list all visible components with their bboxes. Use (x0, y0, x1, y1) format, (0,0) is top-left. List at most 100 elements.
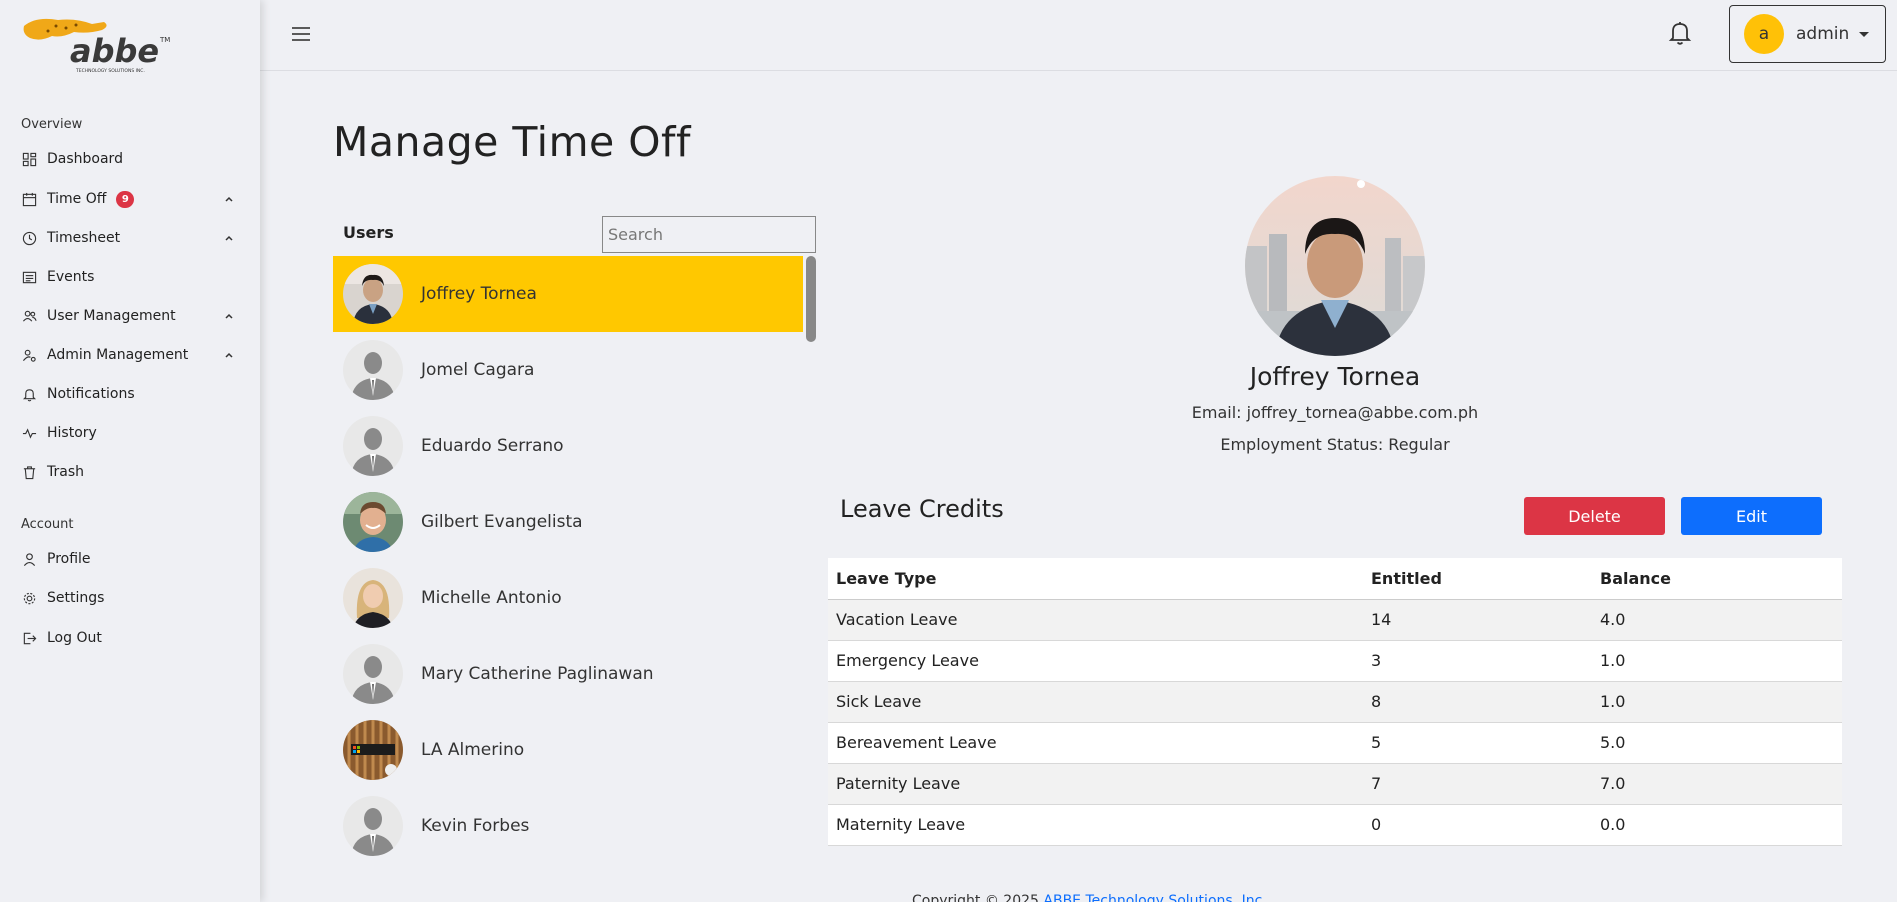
user-row-eduardo-serrano[interactable]: Eduardo Serrano (333, 408, 803, 484)
user-list-scrollbar[interactable] (806, 256, 816, 342)
overview-section-label: Overview (21, 117, 83, 132)
user-avatar-photo (343, 720, 403, 780)
profile-photo (1245, 176, 1425, 356)
clock-icon (21, 230, 37, 246)
logout-icon (21, 630, 37, 646)
balance-cell: 0.0 (1592, 804, 1842, 846)
edit-button[interactable]: Edit (1681, 497, 1822, 535)
column-header-entitled: Entitled (1363, 558, 1592, 600)
table-row: Bereavement Leave 5 5.0 (828, 722, 1842, 764)
page-title: Manage Time Off (333, 118, 691, 166)
sidebar-item-label: Log Out (47, 630, 102, 646)
svg-text:TM: TM (159, 36, 170, 44)
profile-name: Joffrey Tornea (1249, 362, 1421, 391)
table-row: Sick Leave 8 1.0 (828, 681, 1842, 723)
copyright-text: Copyright © 2025 (912, 893, 1044, 902)
sidebar-item-label: User Management (47, 308, 176, 324)
user-name: Joffrey Tornea (421, 284, 537, 304)
chevron-up-icon[interactable] (223, 310, 235, 322)
sidebar-item-label: Notifications (47, 386, 135, 402)
sidebar-item-user-management[interactable]: User Management (21, 302, 243, 330)
top-bar: a admin (260, 0, 1897, 71)
sidebar-item-timesheet[interactable]: Timesheet (21, 224, 243, 252)
user-row-la-almerino[interactable]: LA Almerino (333, 712, 803, 788)
balance-cell: 7.0 (1592, 763, 1842, 805)
calendar-icon (21, 191, 37, 207)
admin-icon (21, 347, 37, 363)
user-name: Mary Catherine Paglinawan (421, 664, 654, 684)
employment-status: Employment Status: Regular (1220, 435, 1450, 454)
user-placeholder-avatar (343, 416, 403, 476)
entitled-cell: 0 (1363, 804, 1592, 846)
user-row-gilbert-evangelista[interactable]: Gilbert Evangelista (333, 484, 803, 560)
entitled-cell: 3 (1363, 640, 1592, 682)
delete-button[interactable]: Delete (1524, 497, 1665, 535)
notification-badge: 9 (116, 190, 135, 208)
sidebar-item-label: Trash (47, 464, 84, 480)
sidebar-item-history[interactable]: History (21, 419, 243, 447)
chevron-up-icon[interactable] (223, 232, 235, 244)
caret-down-icon (1859, 31, 1870, 37)
user-icon (21, 551, 37, 567)
dashboard-icon (21, 151, 37, 167)
leave-type-cell: Maternity Leave (828, 804, 1363, 846)
user-row-joffrey-tornea[interactable]: Joffrey Tornea (333, 256, 803, 332)
sidebar-item-time-off[interactable]: Time Off 9 (21, 185, 243, 213)
events-icon (21, 269, 37, 285)
brand-logo[interactable]: abbe TM TECHNOLOGY SOLUTIONS INC. (18, 12, 178, 76)
leave-type-cell: Bereavement Leave (828, 722, 1363, 764)
user-name: admin (1796, 24, 1850, 44)
leave-credits-table: Leave Type Entitled Balance Vacation Lea… (828, 558, 1842, 846)
sidebar-item-trash[interactable]: Trash (21, 458, 243, 486)
table-header-row: Leave Type Entitled Balance (828, 558, 1842, 600)
sidebar-item-events[interactable]: Events (21, 263, 243, 291)
user-list: Joffrey Tornea Jomel Cagara Eduardo Serr… (333, 256, 816, 856)
leave-type-cell: Sick Leave (828, 681, 1363, 723)
notifications-bell-icon[interactable] (1668, 20, 1692, 46)
user-menu-dropdown[interactable]: a admin (1729, 5, 1886, 63)
hamburger-menu-icon[interactable] (290, 23, 312, 45)
leave-type-cell: Vacation Leave (828, 599, 1363, 641)
balance-cell: 1.0 (1592, 681, 1842, 723)
leave-credits-heading: Leave Credits (840, 495, 1004, 523)
bell-icon (21, 386, 37, 402)
user-avatar-photo (343, 492, 403, 552)
sidebar-item-notifications[interactable]: Notifications (21, 380, 243, 408)
user-row-mary-catherine-paglinawan[interactable]: Mary Catherine Paglinawan (333, 636, 803, 712)
user-name: LA Almerino (421, 740, 525, 760)
sidebar-item-label: Time Off (47, 191, 107, 207)
company-link[interactable]: ABBE Technology Solutions, Inc. (1043, 893, 1266, 902)
svg-text:TECHNOLOGY SOLUTIONS INC.: TECHNOLOGY SOLUTIONS INC. (75, 68, 145, 74)
balance-cell: 1.0 (1592, 640, 1842, 682)
chevron-up-icon[interactable] (223, 193, 235, 205)
users-icon (21, 308, 37, 324)
user-name: Eduardo Serrano (421, 436, 564, 456)
user-name: Jomel Cagara (421, 360, 535, 380)
balance-cell: 5.0 (1592, 722, 1842, 764)
sidebar-item-admin-management[interactable]: Admin Management (21, 341, 243, 369)
search-input[interactable] (602, 216, 816, 253)
table-row: Vacation Leave 14 4.0 (828, 599, 1842, 641)
sidebar-item-dashboard[interactable]: Dashboard (21, 145, 243, 173)
user-row-kevin-forbes[interactable]: Kevin Forbes (333, 788, 803, 856)
sidebar-item-logout[interactable]: Log Out (21, 624, 243, 652)
user-row-jomel-cagara[interactable]: Jomel Cagara (333, 332, 803, 408)
entitled-cell: 14 (1363, 599, 1592, 641)
sidebar-item-settings[interactable]: Settings (21, 584, 243, 612)
chevron-up-icon[interactable] (223, 349, 235, 361)
user-row-michelle-antonio[interactable]: Michelle Antonio (333, 560, 803, 636)
sidebar: abbe TM TECHNOLOGY SOLUTIONS INC. Overvi… (0, 0, 260, 902)
sidebar-item-label: Dashboard (47, 151, 123, 167)
sidebar-item-label: Settings (47, 590, 105, 606)
table-row: Emergency Leave 3 1.0 (828, 640, 1842, 682)
sidebar-item-label: Admin Management (47, 347, 189, 363)
balance-cell: 4.0 (1592, 599, 1842, 641)
sidebar-item-label: Profile (47, 551, 91, 567)
gear-icon (21, 590, 37, 606)
sidebar-item-profile[interactable]: Profile (21, 545, 243, 573)
footer: Copyright © 2025 ABBE Technology Solutio… (912, 893, 1267, 902)
table-row: Maternity Leave 0 0.0 (828, 804, 1842, 846)
avatar: a (1744, 14, 1784, 54)
user-avatar-photo (343, 568, 403, 628)
user-name: Michelle Antonio (421, 588, 562, 608)
